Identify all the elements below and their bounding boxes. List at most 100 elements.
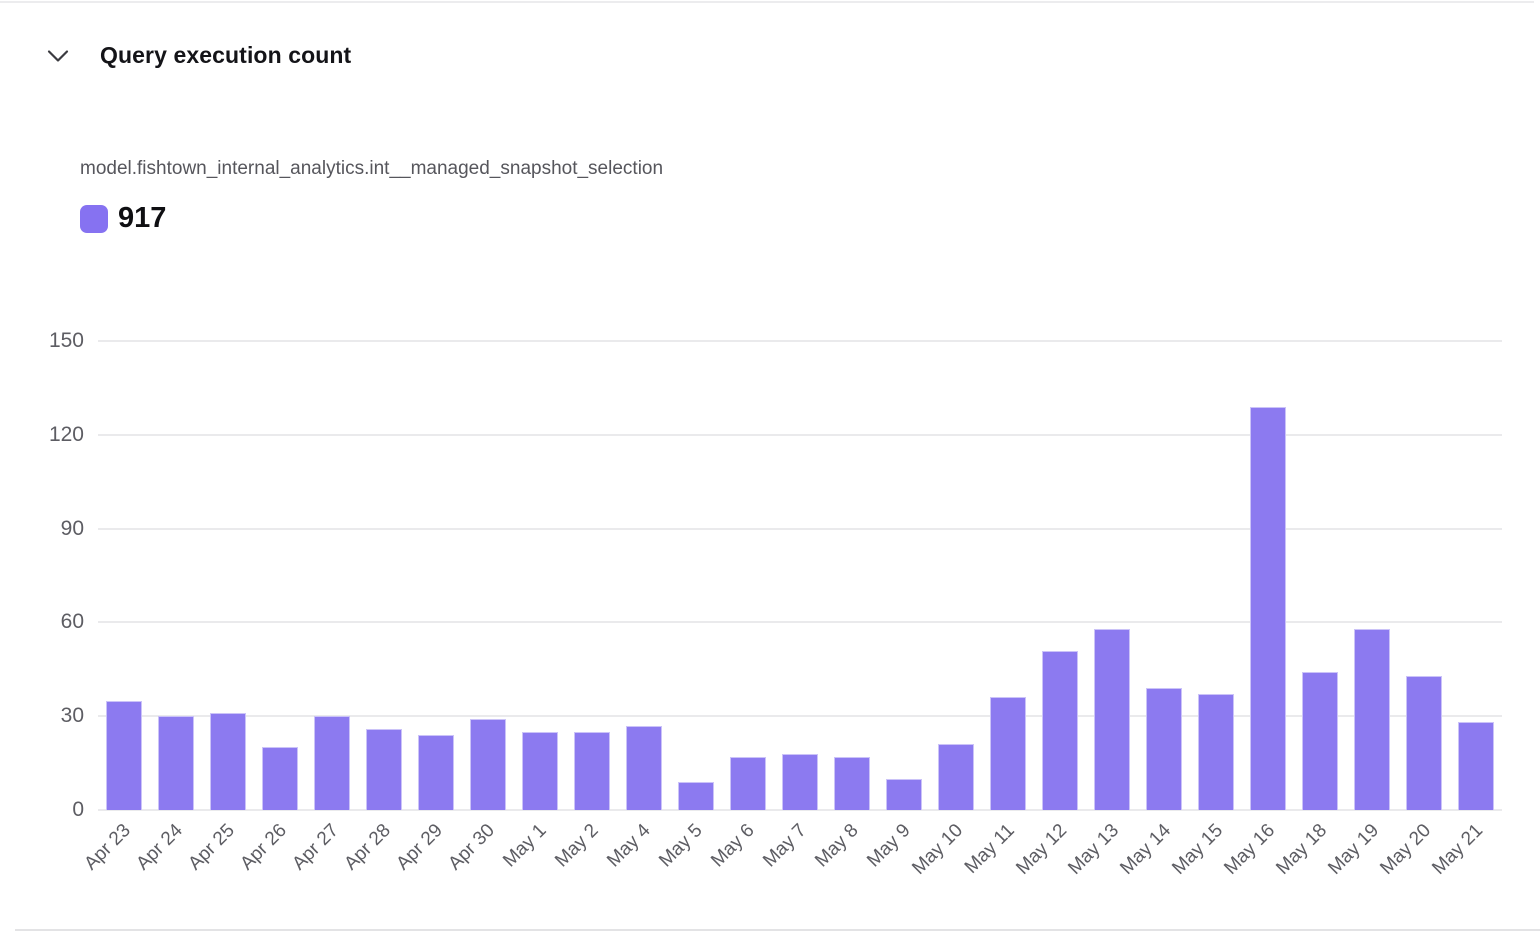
x-axis-tick-label: Apr 27 (288, 820, 343, 875)
bar-apr-27[interactable] (314, 716, 350, 810)
bar-slot (1242, 341, 1294, 810)
legend-total-value: 917 (118, 202, 166, 235)
bar-slot (202, 341, 254, 810)
bar-slot (722, 341, 774, 810)
bar-apr-30[interactable] (470, 719, 506, 810)
bar-slot (878, 341, 930, 810)
y-axis-tick-label: 120 (49, 423, 84, 447)
bar-slot (1138, 341, 1190, 810)
chart-title: Query execution count (100, 42, 351, 69)
bar-slot (306, 341, 358, 810)
bar-apr-26[interactable] (262, 747, 298, 810)
bar-may-20[interactable] (1406, 676, 1442, 810)
x-axis-tick-label: Apr 26 (236, 820, 291, 875)
bar-may-8[interactable] (834, 757, 870, 810)
plot-area: 0306090120150 Apr 23Apr 24Apr 25Apr 26Ap… (98, 341, 1502, 810)
x-axis-tick-label: May 19 (1324, 820, 1384, 880)
bar-slot (1294, 341, 1346, 810)
bar-may-19[interactable] (1354, 629, 1390, 810)
bar-slot (774, 341, 826, 810)
x-axis-tick-label: May 4 (603, 820, 655, 872)
bar-may-5[interactable] (678, 782, 714, 810)
x-axis-tick-label: May 15 (1168, 820, 1228, 880)
x-axis-tick-label: Apr 23 (80, 820, 135, 875)
bar-apr-29[interactable] (418, 735, 454, 810)
bar-slot (618, 341, 670, 810)
x-axis-tick-label: Apr 28 (340, 820, 395, 875)
collapse-section-button[interactable] (46, 44, 70, 68)
bar-slot (514, 341, 566, 810)
bar-slot (826, 341, 878, 810)
bar-apr-28[interactable] (366, 729, 402, 810)
x-axis-tick-label: May 18 (1272, 820, 1332, 880)
x-axis-tick-label: May 16 (1220, 820, 1280, 880)
top-divider (0, 1, 1534, 3)
x-axis-tick-label: May 13 (1064, 820, 1124, 880)
x-axis-tick-label: May 5 (655, 820, 707, 872)
bar-slot (358, 341, 410, 810)
bar-may-6[interactable] (730, 757, 766, 810)
bar-slot (670, 341, 722, 810)
bar-may-2[interactable] (574, 732, 610, 810)
bar-may-21[interactable] (1458, 722, 1494, 810)
legend: 917 (80, 202, 166, 235)
query-execution-count-panel: Query execution count model.fishtown_int… (0, 0, 1540, 936)
bar-may-15[interactable] (1198, 694, 1234, 810)
x-axis-tick-label: May 7 (759, 820, 811, 872)
bar-slot (1190, 341, 1242, 810)
bar-slot (930, 341, 982, 810)
x-axis-tick-label: Apr 29 (392, 820, 447, 875)
x-axis-tick-label: May 20 (1376, 820, 1436, 880)
bar-may-1[interactable] (522, 732, 558, 810)
bar-slot (150, 341, 202, 810)
x-axis-tick-label: Apr 30 (444, 820, 499, 875)
x-axis-tick-label: May 21 (1428, 820, 1488, 880)
x-axis-tick-label: May 1 (499, 820, 551, 872)
x-axis-tick-label: May 11 (961, 820, 1020, 879)
x-axis-tick-label: May 2 (551, 820, 603, 872)
bar-may-4[interactable] (626, 726, 662, 810)
y-axis-tick-label: 150 (49, 329, 84, 353)
bars-layer (98, 341, 1502, 810)
bar-may-9[interactable] (886, 779, 922, 810)
x-axis-tick-label: May 14 (1116, 820, 1176, 880)
bar-may-14[interactable] (1146, 688, 1182, 810)
y-axis-tick-label: 90 (61, 517, 84, 541)
bar-may-13[interactable] (1094, 629, 1130, 810)
y-axis-tick-label: 0 (72, 798, 84, 822)
x-axis-tick-label: Apr 24 (132, 820, 187, 875)
y-axis-tick-label: 60 (61, 610, 84, 634)
bar-may-12[interactable] (1042, 651, 1078, 810)
x-axis-tick-label: May 12 (1012, 820, 1072, 880)
bar-may-11[interactable] (990, 697, 1026, 810)
bar-may-10[interactable] (938, 744, 974, 810)
bar-slot (1398, 341, 1450, 810)
bar-slot (1034, 341, 1086, 810)
bar-slot (1450, 341, 1502, 810)
x-axis-tick-label: May 6 (707, 820, 759, 872)
series-label: model.fishtown_internal_analytics.int__m… (80, 158, 663, 180)
bar-slot (1346, 341, 1398, 810)
x-axis-tick-label: May 10 (908, 820, 968, 880)
bottom-divider (15, 929, 1540, 931)
bar-slot (566, 341, 618, 810)
x-axis-tick-label: May 8 (811, 820, 863, 872)
x-axis: Apr 23Apr 24Apr 25Apr 26Apr 27Apr 28Apr … (98, 810, 1502, 920)
legend-swatch (80, 205, 108, 233)
bar-slot (254, 341, 306, 810)
bar-apr-24[interactable] (158, 716, 194, 810)
bar-may-16[interactable] (1250, 407, 1286, 810)
bar-may-7[interactable] (782, 754, 818, 810)
chevron-down-icon (47, 49, 69, 63)
bar-slot (410, 341, 462, 810)
y-axis-tick-label: 30 (61, 704, 84, 728)
bar-slot (98, 341, 150, 810)
bar-may-18[interactable] (1302, 672, 1338, 810)
bar-apr-25[interactable] (210, 713, 246, 810)
bar-apr-23[interactable] (106, 701, 142, 810)
bar-slot (1086, 341, 1138, 810)
chart-header: Query execution count (46, 42, 351, 69)
bar-slot (982, 341, 1034, 810)
x-axis-tick-label: Apr 25 (184, 820, 239, 875)
bar-slot (462, 341, 514, 810)
